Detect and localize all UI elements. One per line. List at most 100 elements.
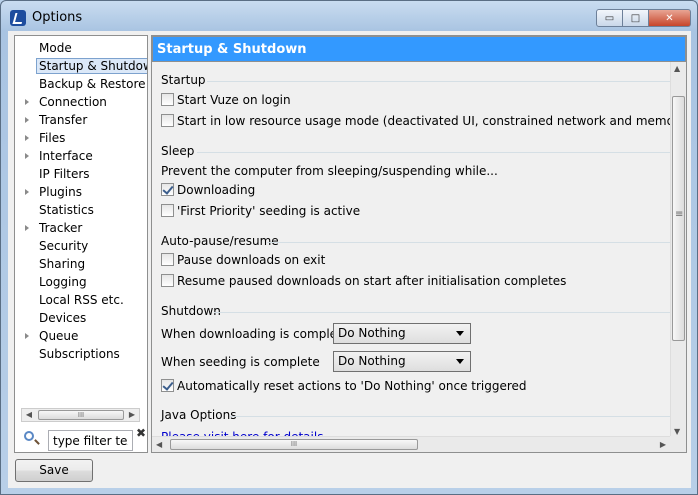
scroll-thumb[interactable]: III (170, 439, 418, 450)
expand-arrow-icon[interactable] (25, 153, 29, 159)
resume-paused-label: Resume paused downloads on start after i… (177, 274, 567, 288)
options-tree[interactable]: Mode Startup & Shutdown Backup & Restore Co… (15, 39, 147, 363)
auto-reset-option[interactable]: Automatically reset actions to 'Do Nothi… (161, 377, 527, 395)
tree-item[interactable]: Startup & Shutdown (15, 57, 147, 75)
save-button[interactable]: Save (15, 459, 93, 482)
expand-arrow-icon[interactable] (25, 117, 29, 123)
sleep-group-title: Sleep (161, 144, 195, 158)
expand-arrow-icon[interactable] (25, 333, 29, 339)
group-divider (267, 242, 670, 243)
auto-reset-checkbox[interactable] (161, 379, 174, 392)
vertical-scroll-thumb[interactable] (672, 96, 685, 341)
downloading-complete-dropdown[interactable]: Do Nothing (333, 323, 471, 344)
group-divider (214, 312, 670, 313)
tree-item-label: Files (39, 131, 66, 145)
tree-item[interactable]: Logging (15, 273, 147, 291)
tree-item[interactable]: Plugins (15, 183, 147, 201)
tree-item-label: Tracker (39, 221, 83, 235)
tree-item[interactable]: Local RSS etc. (15, 291, 147, 309)
scrollbar-corner (670, 436, 686, 452)
downloading-complete-label: When downloading is complete (161, 327, 350, 341)
settings-panel: Startup & Shutdown Startup Start Vuze on… (151, 35, 687, 453)
sleep-downloading-option[interactable]: Downloading (161, 181, 255, 199)
tree-item[interactable]: Devices (15, 309, 147, 327)
tree-item-label: Startup & Shutdown (36, 58, 147, 74)
window-title: Options (32, 10, 83, 25)
section-header: Startup & Shutdown (152, 36, 686, 62)
tree-item-label: Local RSS etc. (39, 293, 124, 307)
tree-item[interactable]: Files (15, 129, 147, 147)
tree-item-label: Security (39, 239, 89, 253)
first-priority-label: 'First Priority' seeding is active (177, 204, 361, 218)
sleep-description: Prevent the computer from sleeping/suspe… (161, 164, 498, 178)
tree-horizontal-scrollbar[interactable]: ◀ III ▶ (21, 408, 140, 422)
pause-on-exit-checkbox[interactable] (161, 253, 174, 266)
scroll-up-arrow-icon[interactable]: ▲ (674, 64, 680, 73)
first-priority-option[interactable]: 'First Priority' seeding is active (161, 202, 360, 220)
search-icon (24, 431, 34, 441)
tree-item[interactable]: Backup & Restore (15, 75, 147, 93)
tree-item[interactable]: Statistics (15, 201, 147, 219)
pause-on-exit-label: Pause downloads on exit (177, 253, 326, 267)
group-divider (207, 81, 670, 82)
scroll-right-arrow-icon[interactable]: ▶ (660, 440, 666, 449)
tree-item[interactable]: Transfer (15, 111, 147, 129)
tree-item[interactable]: Interface (15, 147, 147, 165)
sleep-downloading-checkbox[interactable] (161, 183, 174, 196)
startup-group-title: Startup (161, 73, 206, 87)
filter-input[interactable] (48, 430, 133, 451)
start-on-login-option[interactable]: Start Vuze on login (161, 91, 291, 109)
tree-item[interactable]: Connection (15, 93, 147, 111)
tree-item-label: Backup & Restore (39, 77, 146, 91)
tree-item-label: Transfer (39, 113, 88, 127)
close-button[interactable]: ✕ (649, 9, 691, 27)
tree-item-label: Interface (39, 149, 93, 163)
clear-filter-icon[interactable]: ✖ (136, 426, 146, 440)
pause-on-exit-option[interactable]: Pause downloads on exit (161, 251, 325, 269)
low-resource-checkbox[interactable] (161, 114, 174, 127)
tree-item-label: Sharing (39, 257, 86, 271)
tree-item[interactable]: Mode (15, 39, 147, 57)
tree-item[interactable]: Security (15, 237, 147, 255)
tree-item-label: Queue (39, 329, 79, 343)
tree-item-label: IP Filters (39, 167, 90, 181)
tree-item[interactable]: Subscriptions (15, 345, 147, 363)
vuze-app-icon (10, 10, 26, 26)
tree-item[interactable]: Queue (15, 327, 147, 345)
resume-paused-checkbox[interactable] (161, 274, 174, 287)
scroll-down-arrow-icon[interactable]: ▼ (674, 427, 680, 436)
settings-horizontal-scrollbar[interactable]: ◀ III ▶ (152, 436, 670, 452)
low-resource-option[interactable]: Start in low resource usage mode (deacti… (161, 112, 670, 130)
expand-arrow-icon[interactable] (25, 135, 29, 141)
expand-arrow-icon[interactable] (25, 99, 29, 105)
scroll-thumb[interactable]: III (38, 410, 124, 420)
expand-arrow-icon[interactable] (25, 189, 29, 195)
start-on-login-checkbox[interactable] (161, 93, 174, 106)
tree-item-label: Logging (39, 275, 87, 289)
tree-item-label: Subscriptions (39, 347, 120, 361)
scroll-right-arrow-icon[interactable]: ▶ (126, 410, 138, 420)
expand-arrow-icon[interactable] (25, 225, 29, 231)
title-bar[interactable]: Options ▭ □ ✕ (1, 1, 697, 31)
auto-reset-label: Automatically reset actions to 'Do Nothi… (177, 379, 527, 393)
seeding-complete-dropdown[interactable]: Do Nothing (333, 351, 471, 372)
tree-item[interactable]: Tracker (15, 219, 147, 237)
seeding-complete-value: Do Nothing (338, 354, 406, 368)
tree-item-label: Plugins (39, 185, 82, 199)
settings-vertical-scrollbar[interactable]: ▲ ▼ (670, 62, 686, 438)
tree-item-label: Connection (39, 95, 107, 109)
maximize-button[interactable]: □ (623, 9, 649, 27)
tree-item-label: Mode (39, 41, 72, 55)
first-priority-checkbox[interactable] (161, 204, 174, 217)
tree-item[interactable]: IP Filters (15, 165, 147, 183)
tree-item-label: Statistics (39, 203, 94, 217)
scroll-left-arrow-icon[interactable]: ◀ (156, 440, 162, 449)
resume-paused-option[interactable]: Resume paused downloads on start after i… (161, 272, 566, 290)
chevron-down-icon (456, 331, 464, 336)
tree-item[interactable]: Sharing (15, 255, 147, 273)
minimize-button[interactable]: ▭ (596, 9, 623, 27)
java-group-title: Java Options (161, 408, 237, 422)
tree-item-label: Devices (39, 311, 87, 325)
scroll-left-arrow-icon[interactable]: ◀ (23, 410, 35, 420)
start-on-login-label: Start Vuze on login (177, 93, 291, 107)
